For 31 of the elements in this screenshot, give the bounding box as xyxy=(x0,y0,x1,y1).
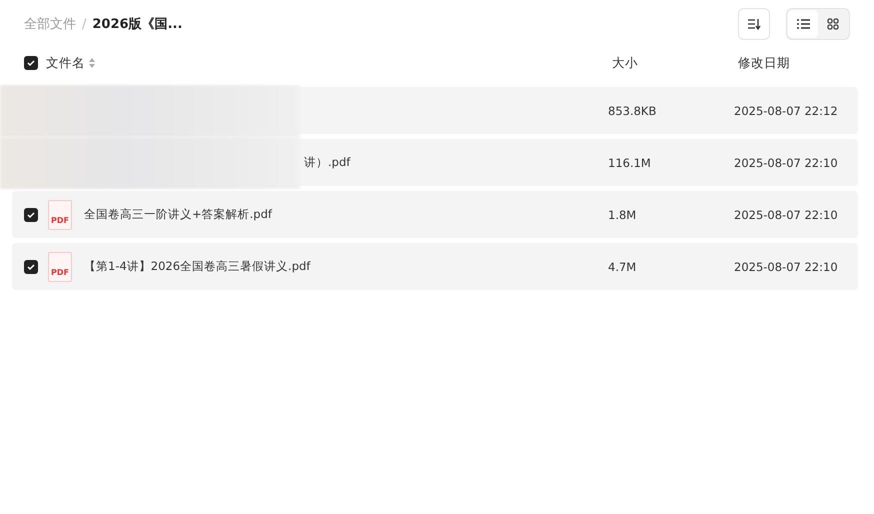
name-column-header[interactable]: 文件名 xyxy=(46,54,85,72)
modified-date: 2025-08-07 22:10 xyxy=(734,156,839,170)
file-size: 1.8M xyxy=(608,208,638,222)
row-checkbox[interactable] xyxy=(24,260,38,274)
modified-date: 2025-08-07 22:10 xyxy=(734,208,839,222)
checkmark-icon xyxy=(27,210,35,218)
file-size: 853.8KB xyxy=(608,104,658,118)
current-folder: 2026版《国... xyxy=(92,16,182,33)
modified-date: 2025-08-07 22:10 xyxy=(734,260,839,274)
pdf-file-icon: PDF xyxy=(48,252,72,282)
row-checkbox[interactable] xyxy=(24,208,38,222)
file-name: 全国卷高三一阶讲义+答案解析.pdf xyxy=(84,207,272,222)
file-name: 讲）.pdf xyxy=(304,155,350,170)
breadcrumb-separator: / xyxy=(82,16,86,32)
sort-icon xyxy=(747,18,761,30)
file-name: 【第1-4讲】2026全国卷高三暑假讲义.pdf xyxy=(84,259,310,274)
date-column-header: 修改日期 xyxy=(738,54,791,72)
file-size: 4.7M xyxy=(608,260,638,274)
pdf-file-icon: PDF xyxy=(48,200,72,230)
checkmark-icon xyxy=(27,59,35,67)
list-icon xyxy=(796,19,810,29)
modified-date: 2025-08-07 22:12 xyxy=(734,104,839,118)
file-size: 116.1M xyxy=(608,156,652,170)
list-view-button[interactable] xyxy=(788,10,818,38)
checkmark-icon xyxy=(27,262,35,270)
file-row[interactable]: PDF 【第1-4讲】2026全国卷高三暑假讲义.pdf 4.7M 2025-08-07 22:10 xyxy=(12,243,858,290)
size-column-header: 大小 xyxy=(612,54,639,72)
grid-icon xyxy=(827,18,839,30)
file-row[interactable]: PDF 全国卷高三一阶讲义+答案解析.pdf 1.8M 2025-08-07 22:10 xyxy=(12,191,858,238)
select-all-checkbox[interactable] xyxy=(24,56,38,70)
sort-button[interactable] xyxy=(738,8,770,40)
